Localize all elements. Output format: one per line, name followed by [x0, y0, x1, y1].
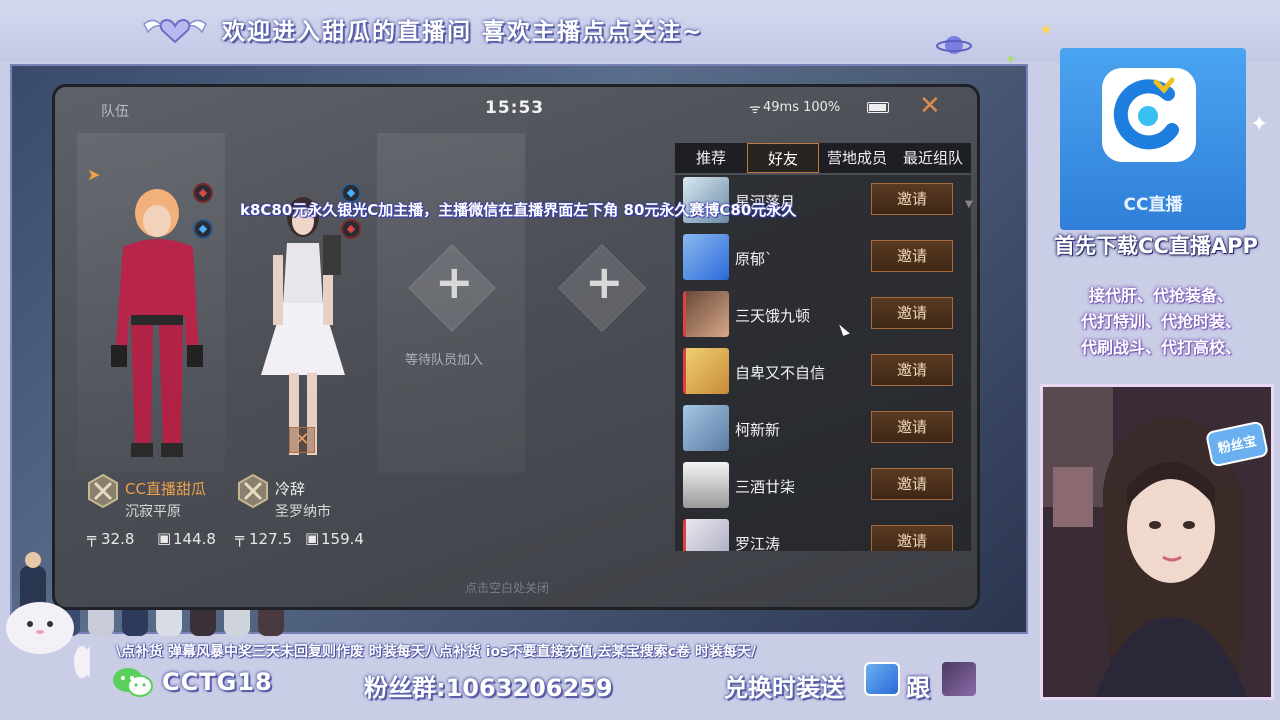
team-label: 队伍	[101, 104, 129, 120]
friend-name: 原郁`	[735, 250, 773, 268]
invite-button[interactable]: 邀请	[871, 297, 953, 329]
backpack-icon: ▣	[157, 529, 172, 547]
friend-name: 自卑又不自信	[735, 364, 826, 382]
app-label: CC直播	[1123, 195, 1183, 215]
wechat-id: CCTG18	[162, 668, 273, 696]
plus-icon: +	[435, 255, 474, 309]
shield-badge-icon: ◆	[193, 219, 213, 239]
welcome-banner: 欢迎进入甜瓜的直播间 喜欢主播点点关注~	[222, 19, 704, 45]
player-2-stat-a: 127.5	[249, 530, 292, 548]
rank-badge-icon: ◆	[193, 183, 213, 203]
rank-emblem-icon	[238, 473, 268, 509]
invite-button[interactable]: 邀请	[871, 240, 953, 272]
team-lobby-window: 队伍 15:53 ᯤ 49ms 100% ✕ ➤ ◆ ◆ ◆ ◆ ✕ + + 等…	[52, 84, 980, 610]
invite-button[interactable]: 邀请	[871, 411, 953, 443]
tab-recent-teams[interactable]: 最近组队	[895, 143, 971, 173]
weapon-icon: ╤	[87, 529, 97, 547]
scroll-down-icon[interactable]: ▼	[965, 199, 973, 210]
friend-name: 柯新新	[735, 421, 781, 439]
sparkle-icon: ✦	[1250, 112, 1269, 137]
cc-app-logo-icon	[1102, 68, 1196, 162]
friend-name: 三天饿九顿	[735, 307, 811, 325]
player-1-region: 沉寂平原	[125, 504, 181, 520]
backpack-icon: ▣	[305, 529, 320, 547]
tab-friends[interactable]: 好友	[747, 143, 819, 173]
list-item: 柯新新 邀请	[675, 401, 971, 458]
friend-tabs: 推荐 好友 营地成员 最近组队	[675, 143, 971, 173]
player-1-stat-a: 32.8	[101, 530, 135, 548]
avatar	[683, 234, 729, 280]
fan-treasure-icon	[864, 662, 900, 696]
captain-icon: ➤	[87, 165, 101, 184]
friend-name: 罗江涛	[735, 535, 781, 551]
invite-button[interactable]: 邀请	[871, 468, 953, 500]
weapon-icon: ╤	[235, 529, 245, 547]
character-2-model	[261, 197, 345, 455]
avatar	[683, 291, 729, 337]
winged-heart-icon	[143, 18, 207, 44]
cc-app-card[interactable]: CC直播	[1060, 48, 1246, 230]
friend-name: 三酒廿柒	[735, 478, 796, 496]
waiting-for-members-label: 等待队员加入	[405, 353, 484, 368]
star-icon: ★	[1040, 22, 1053, 38]
list-item: 三酒廿柒 邀请	[675, 458, 971, 515]
list-item: 罗江涛 邀请	[675, 515, 971, 551]
invite-button[interactable]: 邀请	[871, 354, 953, 386]
avatar	[683, 405, 729, 451]
battery-icon	[867, 102, 889, 113]
kick-member-button[interactable]: ✕	[289, 427, 315, 453]
player-2-stat-b: 159.4	[321, 530, 364, 548]
clock: 15:53	[485, 98, 545, 118]
network-status: 49ms 100%	[763, 100, 841, 115]
promo-title: 首先下载CC直播APP	[1054, 234, 1258, 258]
bunny-mascot-icon	[6, 602, 90, 678]
list-item: 原郁` 邀请	[675, 230, 971, 287]
tab-recommended[interactable]: 推荐	[675, 143, 747, 173]
scrolling-promo-caption: k8C80元永久银光C加主播，主播微信在直播界面左下角 80元永久赛博C80元永…	[240, 201, 797, 219]
player-1-stat-b: 144.8	[173, 530, 216, 548]
rank-badge-icon: ◆	[341, 219, 361, 239]
outfit-thumbnail-icon	[942, 662, 976, 696]
plus-icon: +	[585, 255, 624, 309]
player-2-name: 冷辞	[275, 480, 306, 498]
promo-line: 接代肝、代抢装备、	[1088, 286, 1233, 305]
tab-camp-members[interactable]: 营地成员	[819, 143, 895, 173]
fan-group-number: 粉丝群:1063206259	[364, 674, 613, 702]
close-icon[interactable]: ✕	[919, 91, 941, 121]
rank-emblem-icon	[88, 473, 118, 509]
avatar	[683, 519, 729, 551]
invite-button[interactable]: 邀请	[871, 183, 953, 215]
list-item: 三天饿九顿 邀请	[675, 287, 971, 344]
list-item: 自卑又不自信 邀请	[675, 344, 971, 401]
follow-text: 跟	[906, 674, 930, 702]
player-2-region: 圣罗纳市	[275, 504, 331, 520]
avatar	[683, 462, 729, 508]
invite-button[interactable]: 邀请	[871, 525, 953, 551]
wechat-icon	[113, 668, 153, 697]
avatar	[683, 348, 729, 394]
redeem-outfit-text: 兑换时装送	[724, 674, 844, 702]
friend-list: 星河落月 邀请 原郁` 邀请 三天饿九顿 邀请 自卑又不自信 邀请 柯新新 邀请…	[675, 175, 971, 551]
promo-line: 代刷战斗、代打高校、	[1080, 338, 1241, 357]
close-hint: 点击空白处关闭	[465, 581, 550, 595]
planet-icon	[936, 36, 972, 54]
player-1-name: CC直播甜瓜	[125, 480, 206, 498]
notice-ticker: \点补货 弹幕风暴中奖三天未回复则作废 时装每天八点补货 ios不要直接充值,去…	[116, 644, 757, 660]
wifi-icon: ᯤ	[749, 102, 761, 117]
promo-line: 代打特训、代抢时装、	[1080, 312, 1241, 331]
